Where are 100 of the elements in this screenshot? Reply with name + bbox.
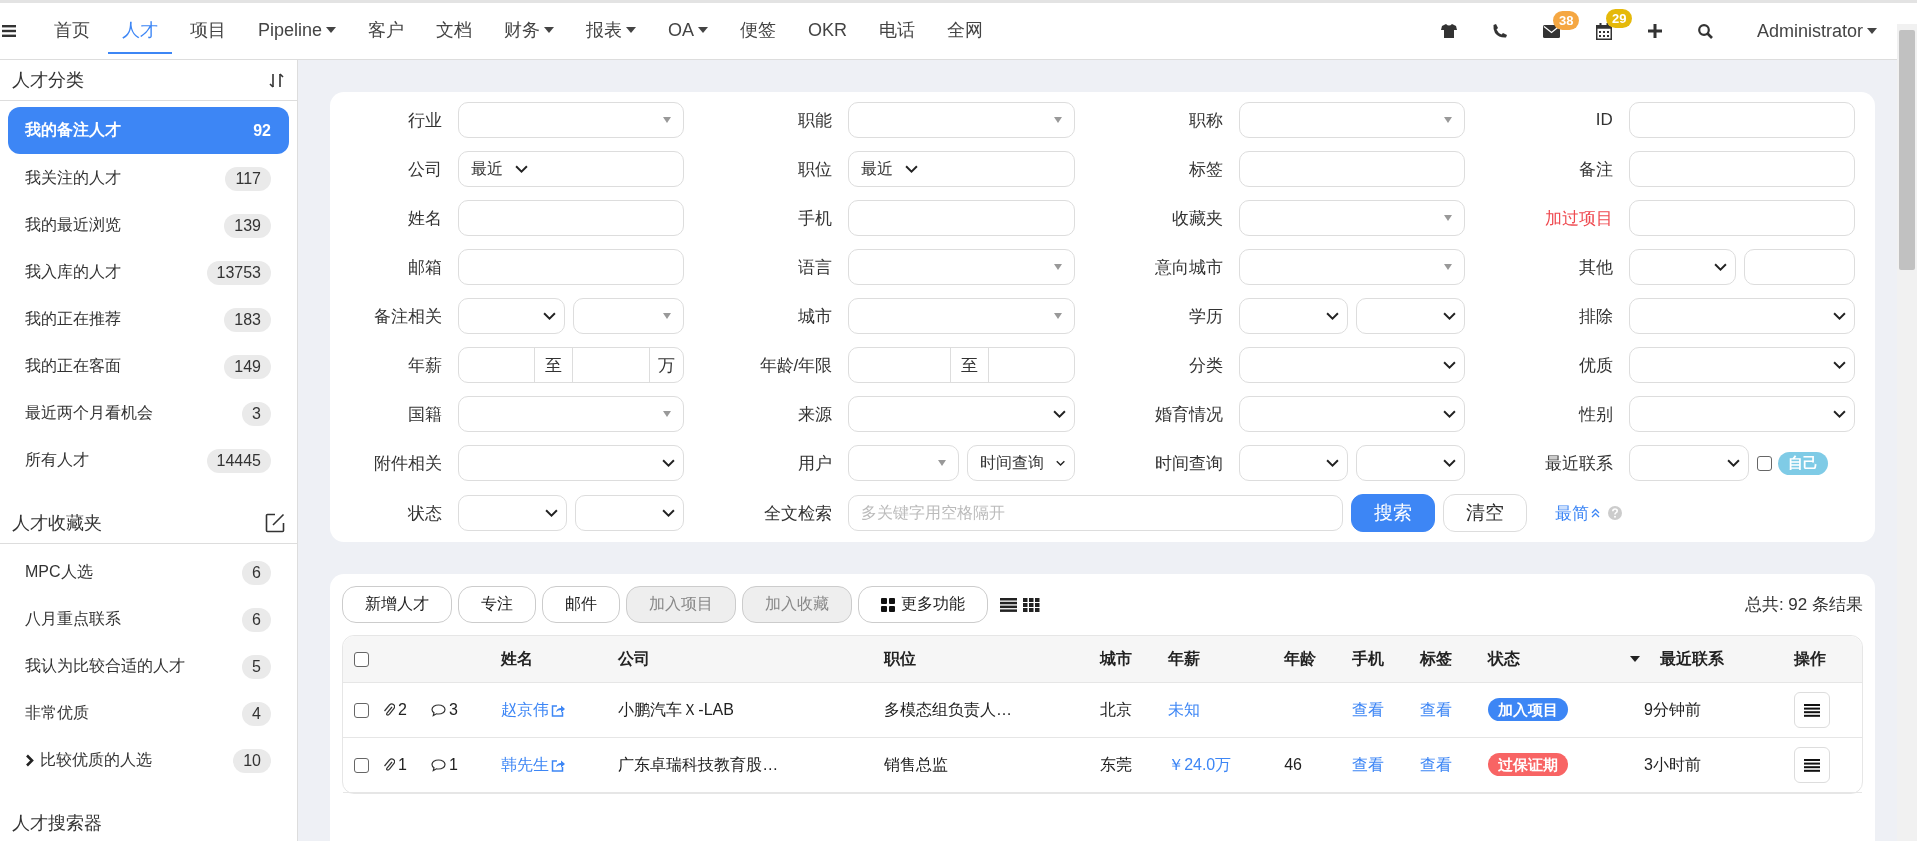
- dropdown-field[interactable]: [1238, 347, 1465, 383]
- range-field[interactable]: 至: [848, 347, 1075, 383]
- dropdown-field[interactable]: [575, 495, 685, 531]
- salary-link[interactable]: 未知: [1168, 700, 1201, 718]
- actions-menu-button[interactable]: [1793, 747, 1830, 783]
- column-header[interactable]: 状态: [1487, 649, 1520, 667]
- row-checkbox[interactable]: [354, 702, 369, 718]
- column-header[interactable]: 标签: [1420, 649, 1453, 667]
- column-header[interactable]: 职位: [884, 649, 916, 667]
- nav-tab[interactable]: 项目: [176, 8, 240, 54]
- actions-menu-button[interactable]: [1793, 692, 1830, 728]
- column-header[interactable]: 年薪: [1168, 649, 1201, 667]
- category-item[interactable]: 八月重点联系 6: [8, 597, 289, 642]
- text-field[interactable]: [1743, 249, 1855, 285]
- list-view-icon[interactable]: [1000, 597, 1017, 612]
- category-item[interactable]: 最近两个月看机会 3: [8, 391, 289, 436]
- candidate-name-link[interactable]: 韩先生: [501, 754, 565, 776]
- category-item[interactable]: 我关注的人才 117: [8, 156, 289, 201]
- column-header[interactable]: 操作: [1793, 649, 1826, 667]
- row-checkbox[interactable]: [354, 757, 369, 773]
- category-item[interactable]: 我的正在客面 149: [8, 344, 289, 389]
- dropdown-field[interactable]: [1238, 396, 1465, 432]
- category-item[interactable]: 非常优质 4: [8, 691, 289, 736]
- column-header[interactable]: 姓名: [501, 649, 533, 667]
- text-field[interactable]: [458, 249, 685, 285]
- dropdown-field[interactable]: [1628, 396, 1855, 432]
- category-item[interactable]: 我的正在推荐 183: [8, 297, 289, 342]
- select-field[interactable]: [848, 445, 960, 481]
- grid-view-icon[interactable]: [1023, 597, 1040, 612]
- edit-icon[interactable]: [265, 513, 285, 533]
- text-field[interactable]: [458, 200, 685, 236]
- nav-tab[interactable]: Pipeline: [244, 9, 351, 53]
- category-item[interactable]: MPC人选 6: [8, 550, 289, 595]
- toolbar-button[interactable]: 专注: [458, 586, 536, 623]
- dropdown-field[interactable]: [458, 298, 566, 334]
- column-header[interactable]: 手机: [1352, 649, 1385, 667]
- nav-tab[interactable]: 客户: [354, 8, 419, 54]
- view-tag-link[interactable]: 查看: [1420, 755, 1453, 773]
- select-field[interactable]: [458, 396, 685, 432]
- column-header[interactable]: 最近联系: [1660, 648, 1725, 670]
- text-field[interactable]: [1238, 151, 1465, 187]
- select-field[interactable]: [458, 102, 685, 138]
- salary-link[interactable]: ￥24.0万: [1168, 755, 1232, 773]
- dropdown-field[interactable]: [1628, 445, 1749, 481]
- select-all-checkbox[interactable]: [354, 651, 369, 667]
- simple-mode-link[interactable]: 最简: [1555, 501, 1601, 525]
- view-phone-link[interactable]: 查看: [1352, 755, 1385, 773]
- dropdown-field[interactable]: 最近: [458, 151, 685, 187]
- select-field[interactable]: [1238, 102, 1465, 138]
- category-item[interactable]: 我的最近浏览 139: [8, 203, 289, 248]
- category-item[interactable]: 我认为比较合适的人才 5: [8, 644, 289, 689]
- category-item[interactable]: 我入库的人才 13753: [8, 250, 289, 295]
- column-header[interactable]: 城市: [1100, 649, 1133, 667]
- scrollbar[interactable]: [1897, 24, 1917, 841]
- user-menu[interactable]: Administrator: [1756, 20, 1877, 42]
- select-field[interactable]: [848, 102, 1075, 138]
- nav-tab[interactable]: 财务: [490, 8, 569, 54]
- dropdown-field[interactable]: 最近: [848, 151, 1075, 187]
- sort-icon[interactable]: [269, 71, 285, 89]
- dropdown-field[interactable]: [1628, 298, 1855, 334]
- nav-tab[interactable]: 人才: [108, 8, 172, 54]
- text-field[interactable]: [1628, 102, 1855, 138]
- chevron-icon[interactable]: [25, 754, 34, 767]
- nav-tab[interactable]: 全网: [933, 8, 998, 54]
- column-header[interactable]: 年龄: [1284, 649, 1317, 667]
- category-item[interactable]: 我的备注人才 92: [8, 107, 289, 154]
- dropdown-field[interactable]: [1238, 445, 1348, 481]
- checkbox[interactable]: [1756, 455, 1772, 471]
- dropdown-field[interactable]: [1628, 249, 1736, 285]
- clear-button[interactable]: 清空: [1443, 494, 1528, 532]
- text-field[interactable]: [1628, 200, 1855, 236]
- dropdown-field[interactable]: [458, 495, 568, 531]
- nav-tab[interactable]: 便签: [726, 8, 791, 54]
- nav-tab[interactable]: OA: [654, 9, 723, 53]
- toolbar-button[interactable]: 新增人才: [342, 586, 452, 623]
- search-field[interactable]: 多关键字用空格隔开: [848, 495, 1344, 531]
- column-header[interactable]: 公司: [618, 649, 651, 667]
- nav-tab[interactable]: 文档: [422, 8, 487, 54]
- nav-tab[interactable]: OKR: [794, 9, 862, 53]
- nav-tab[interactable]: 首页: [40, 8, 104, 54]
- dropdown-field[interactable]: [1355, 298, 1465, 334]
- menu-icon[interactable]: [2, 25, 16, 37]
- dropdown-field[interactable]: [1628, 347, 1855, 383]
- candidate-name-link[interactable]: 赵京伟: [501, 699, 565, 721]
- category-item[interactable]: 所有人才 14445: [8, 438, 289, 483]
- nav-tab[interactable]: 电话: [865, 8, 930, 54]
- toolbar-button[interactable]: 邮件: [542, 586, 620, 623]
- dropdown-field[interactable]: 时间查询: [967, 445, 1075, 481]
- view-phone-link[interactable]: 查看: [1352, 700, 1385, 718]
- toolbar-button[interactable]: 更多功能: [858, 586, 988, 623]
- range-field[interactable]: 至 万: [458, 347, 685, 383]
- help-icon[interactable]: [1608, 506, 1623, 520]
- text-field[interactable]: [1628, 151, 1855, 187]
- select-field[interactable]: [848, 298, 1075, 334]
- dropdown-field[interactable]: [1238, 298, 1348, 334]
- dropdown-field[interactable]: [458, 445, 685, 481]
- select-field[interactable]: [573, 298, 685, 334]
- category-item[interactable]: 比较优质的人选 10: [8, 738, 289, 783]
- select-field[interactable]: [1238, 200, 1465, 236]
- nav-tab[interactable]: 报表: [572, 8, 651, 54]
